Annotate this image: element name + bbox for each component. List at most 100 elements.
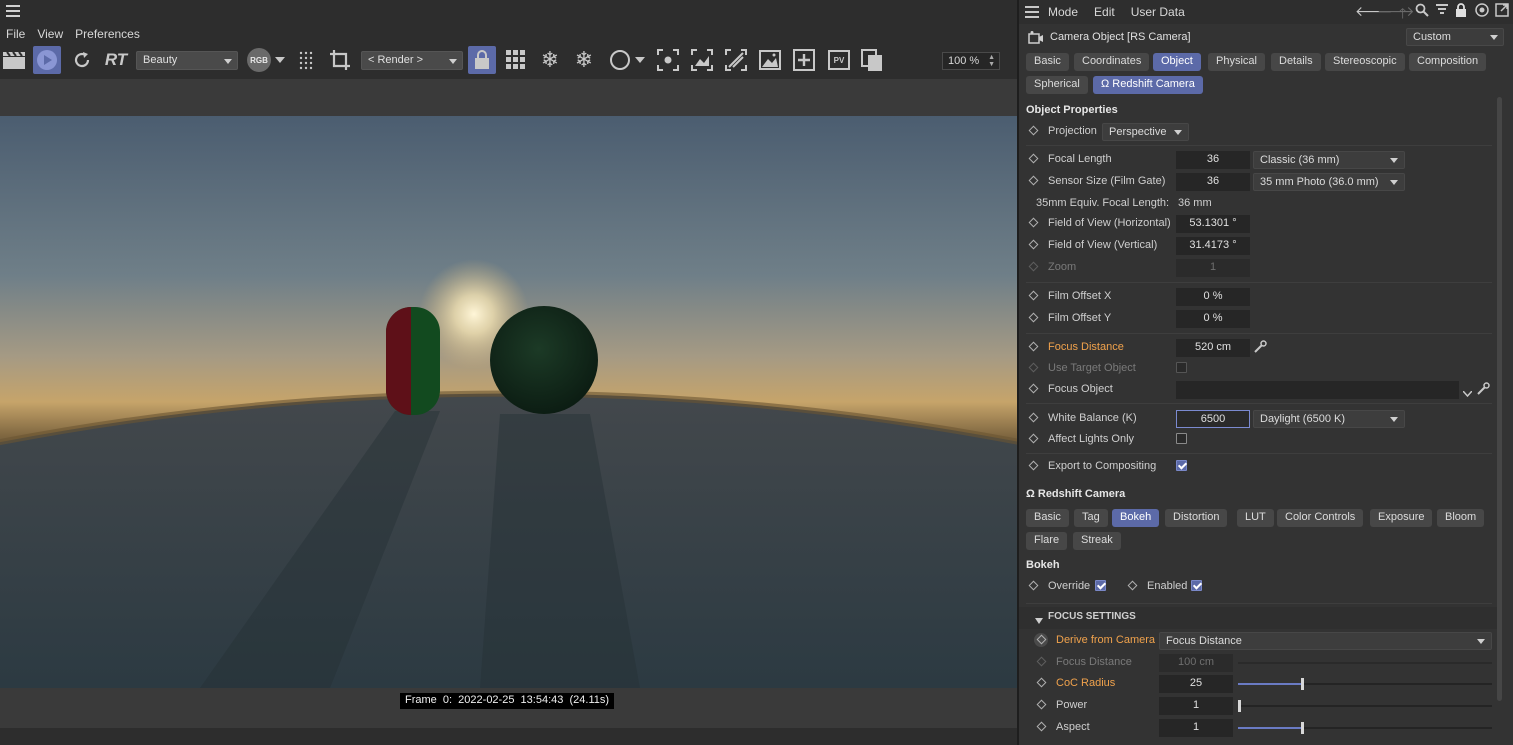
keyframe-diamond-icon[interactable] (1028, 580, 1039, 591)
crop-icon[interactable] (326, 46, 354, 74)
clapperboard-icon[interactable] (0, 46, 28, 74)
circle-dropdown-arrow-icon[interactable] (632, 46, 648, 74)
tab-stereoscopic[interactable]: Stereoscopic (1325, 53, 1405, 71)
coc-radius-field[interactable]: 25 (1159, 675, 1233, 693)
menu-file[interactable]: File (6, 27, 25, 41)
preset-dropdown[interactable]: Custom (1406, 28, 1504, 46)
rs-tab-exposure[interactable]: Exposure (1370, 509, 1433, 527)
focus-settings-header[interactable]: FOCUS SETTINGS (1019, 607, 1499, 629)
tab-details[interactable]: Details (1271, 53, 1321, 71)
search-icon[interactable] (1415, 3, 1429, 20)
slider-handle[interactable] (1301, 678, 1304, 690)
power-field[interactable]: 1 (1159, 697, 1233, 715)
arrow-up-icon[interactable]: 🡑 (1399, 3, 1406, 27)
keyframe-diamond-icon[interactable] (1036, 721, 1047, 732)
menu-edit[interactable]: Edit (1094, 5, 1115, 19)
keyframe-diamond-icon[interactable] (1028, 175, 1039, 186)
coc-radius-slider[interactable] (1238, 678, 1492, 690)
aspect-slider[interactable] (1238, 722, 1492, 734)
rt-icon[interactable]: RT (101, 46, 131, 74)
rs-tab-basic[interactable]: Basic (1026, 509, 1069, 527)
grid-tiles-icon[interactable] (502, 46, 530, 74)
tab-coordinates[interactable]: Coordinates (1074, 53, 1150, 71)
tab-basic[interactable]: Basic (1026, 53, 1069, 71)
projection-dropdown[interactable]: Perspective (1102, 123, 1189, 141)
refresh-icon[interactable] (68, 46, 96, 74)
target-icon[interactable] (1475, 3, 1489, 20)
render-region-dropdown[interactable]: < Render > (361, 51, 463, 70)
menu-preferences[interactable]: Preferences (75, 27, 140, 41)
slider-handle[interactable] (1301, 722, 1304, 734)
rs-tab-lut[interactable]: LUT (1237, 509, 1274, 527)
collapse-arrow-icon[interactable] (1035, 613, 1043, 627)
rs-tab-streak[interactable]: Streak (1073, 532, 1121, 550)
focus-distance-field[interactable]: 520 cm (1176, 339, 1250, 357)
snowflake-icon[interactable]: ❄ (536, 46, 564, 74)
copy-image-icon[interactable] (858, 46, 886, 74)
keyframe-diamond-icon[interactable] (1028, 412, 1039, 423)
white-balance-field[interactable]: 6500 (1176, 410, 1250, 428)
pv-icon[interactable]: PV (824, 46, 854, 74)
tab-redshift-camera[interactable]: Ω Redshift Camera (1093, 76, 1203, 94)
rs-tab-flare[interactable]: Flare (1026, 532, 1068, 550)
attribute-scrollbar[interactable] (1497, 97, 1502, 701)
focus-object-link-field[interactable] (1176, 381, 1459, 399)
sensor-size-field[interactable]: 36 (1176, 173, 1250, 191)
rs-tab-color-controls[interactable]: Color Controls (1277, 509, 1364, 527)
zoom-percent-field[interactable]: 100 % ▲ ▼ (942, 52, 1000, 70)
render-image[interactable] (0, 116, 1017, 688)
eyedropper-icon[interactable] (1476, 382, 1490, 399)
lock-icon[interactable] (468, 46, 496, 74)
aspect-field[interactable]: 1 (1159, 719, 1233, 737)
keyframe-diamond-icon[interactable] (1028, 312, 1039, 323)
circle-shape-icon[interactable] (606, 46, 634, 74)
enabled-checkbox[interactable] (1191, 580, 1202, 591)
slider-handle[interactable] (1238, 700, 1241, 712)
menu-view[interactable]: View (37, 27, 63, 41)
fov-vertical-field[interactable]: 31.4173 ° (1176, 237, 1250, 255)
tab-composition[interactable]: Composition (1409, 53, 1487, 71)
menu-mode[interactable]: Mode (1048, 5, 1078, 19)
compare-icon[interactable] (722, 46, 750, 74)
render-play-icon[interactable] (33, 46, 61, 74)
attribute-hamburger-icon[interactable] (1025, 6, 1039, 21)
keyframe-diamond-icon[interactable] (1036, 677, 1047, 688)
lock-panel-icon[interactable] (1455, 3, 1467, 20)
keyframe-diamond-icon[interactable] (1028, 239, 1039, 250)
focus-target-icon[interactable] (654, 46, 682, 74)
keyframe-diamond-icon[interactable] (1028, 125, 1039, 136)
dot-grid-icon[interactable] (294, 46, 322, 74)
new-window-icon[interactable] (1495, 3, 1509, 20)
rgb-dropdown-arrow-icon[interactable] (272, 46, 288, 74)
white-balance-preset-dropdown[interactable]: Daylight (6500 K) (1253, 410, 1405, 428)
power-slider[interactable] (1238, 700, 1492, 712)
rgb-channel-icon[interactable]: RGB (245, 46, 273, 74)
filter-icon[interactable] (1435, 3, 1449, 20)
rs-tab-tag[interactable]: Tag (1074, 509, 1108, 527)
snowflake-global-icon[interactable]: ❄ (570, 46, 598, 74)
keyframe-diamond-icon[interactable] (1028, 290, 1039, 301)
arrow-right-icon[interactable]: 🡒 (1377, 3, 1415, 20)
keyframe-diamond-icon[interactable] (1028, 341, 1039, 352)
tab-spherical[interactable]: Spherical (1026, 76, 1088, 94)
chevron-down-icon[interactable] (1462, 386, 1473, 400)
fov-horizontal-field[interactable]: 53.1301 ° (1176, 215, 1250, 233)
override-checkbox[interactable] (1095, 580, 1106, 591)
film-offset-y-field[interactable]: 0 % (1176, 310, 1250, 328)
beauty-dropdown[interactable]: Beauty (136, 51, 238, 70)
keyframe-diamond-icon[interactable] (1028, 433, 1039, 444)
image-icon[interactable] (756, 46, 784, 74)
keyframe-diamond-icon[interactable] (1028, 383, 1039, 394)
add-layer-icon[interactable] (790, 46, 818, 74)
fit-image-icon[interactable] (688, 46, 716, 74)
keyframe-diamond-icon[interactable] (1127, 580, 1138, 591)
rs-tab-distortion[interactable]: Distortion (1165, 509, 1228, 527)
export-compositing-checkbox[interactable] (1176, 460, 1187, 471)
affect-lights-checkbox[interactable] (1176, 433, 1187, 444)
eyedropper-icon[interactable] (1253, 340, 1267, 357)
tab-physical[interactable]: Physical (1208, 53, 1265, 71)
keyframe-diamond-icon[interactable] (1028, 460, 1039, 471)
menu-user-data[interactable]: User Data (1131, 5, 1185, 19)
focal-length-field[interactable]: 36 (1176, 151, 1250, 169)
zoom-stepper-icon[interactable]: ▲ ▼ (988, 54, 995, 68)
